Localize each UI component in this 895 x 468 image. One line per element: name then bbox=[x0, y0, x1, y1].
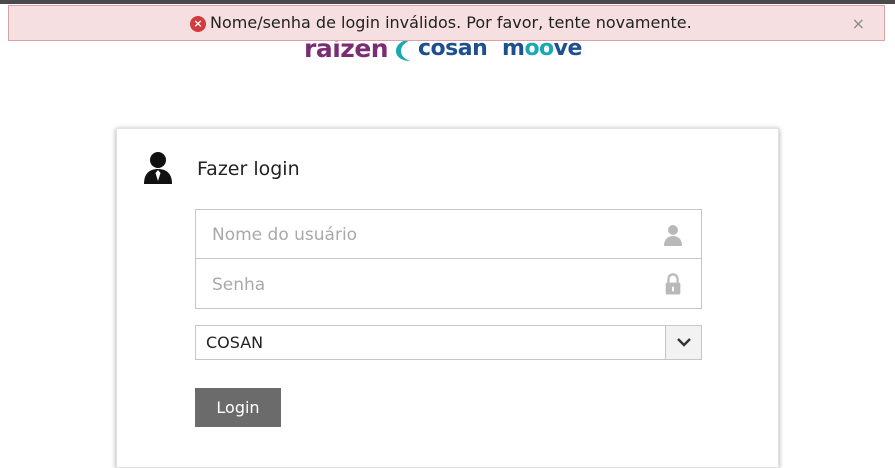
error-circle-icon: × bbox=[190, 16, 206, 32]
chevron-down-icon bbox=[677, 338, 691, 347]
username-input[interactable] bbox=[210, 210, 654, 260]
close-icon[interactable]: × bbox=[852, 14, 865, 33]
domain-dropdown-button[interactable] bbox=[665, 326, 701, 359]
domain-select-value: COSAN bbox=[206, 333, 264, 352]
login-button[interactable]: Login bbox=[195, 388, 281, 427]
login-title: Fazer login bbox=[197, 158, 300, 180]
password-field bbox=[195, 259, 702, 310]
error-alert: × Nome/senha de login inválidos. Por fav… bbox=[8, 5, 885, 41]
domain-select[interactable]: COSAN bbox=[195, 325, 702, 360]
login-card: Fazer login COSAN Login bbox=[116, 128, 779, 468]
user-icon bbox=[664, 225, 682, 246]
alert-message: Nome/senha de login inválidos. Por favor… bbox=[210, 13, 692, 32]
username-field bbox=[195, 209, 702, 260]
top-bar bbox=[0, 0, 895, 4]
lock-icon bbox=[665, 273, 681, 295]
password-input[interactable] bbox=[210, 259, 654, 310]
user-avatar-icon bbox=[144, 152, 172, 184]
